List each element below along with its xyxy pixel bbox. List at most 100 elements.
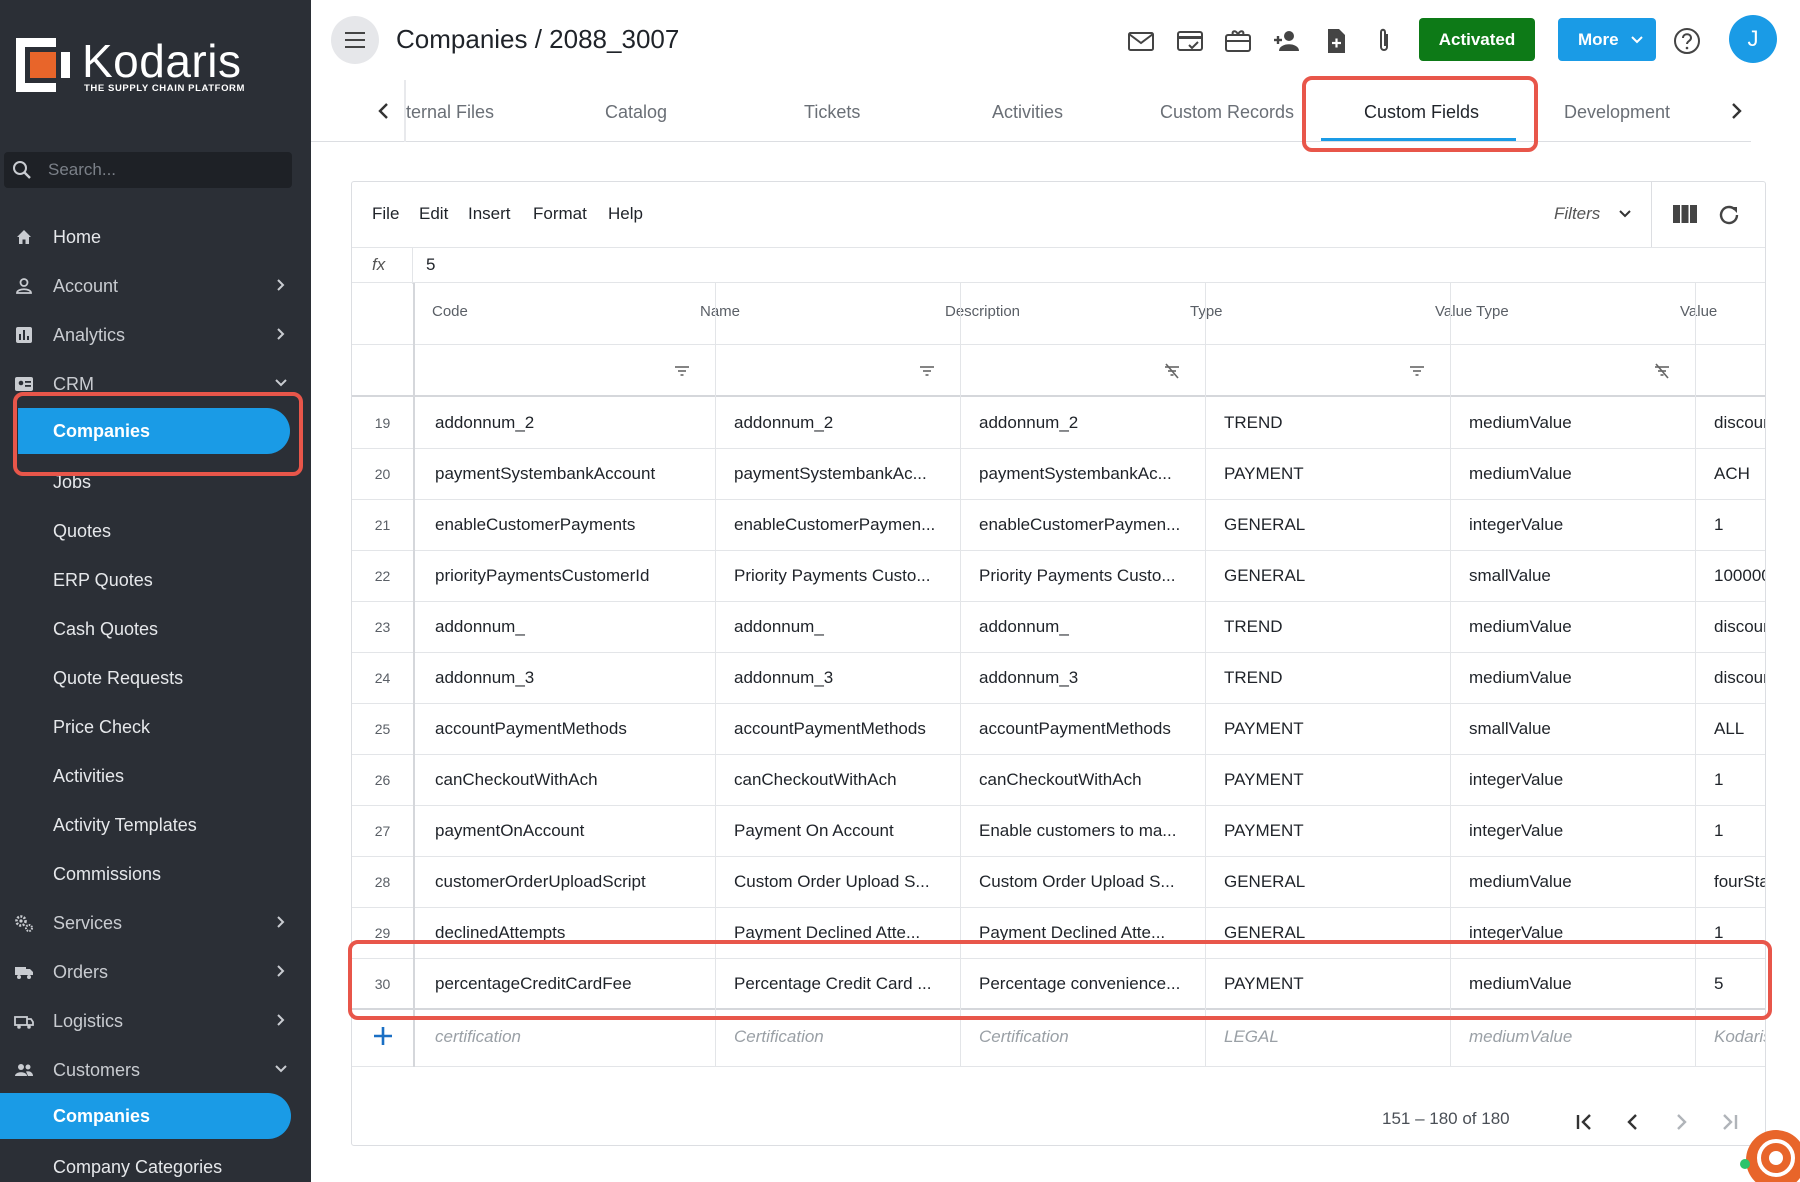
- cell-value[interactable]: ACH: [1714, 464, 1765, 484]
- chevron-down-icon[interactable]: [1618, 208, 1632, 220]
- sidebar-item-activities[interactable]: Activities: [0, 753, 311, 799]
- placeholder-type[interactable]: LEGAL: [1224, 1027, 1429, 1047]
- cell-name[interactable]: paymentSystembankAc...: [734, 464, 939, 484]
- cell-value[interactable]: 1: [1714, 515, 1765, 535]
- placeholder-value-type[interactable]: mediumValue: [1469, 1027, 1674, 1047]
- column-header-description[interactable]: Description: [945, 303, 1020, 320]
- cell-code[interactable]: priorityPaymentsCustomerId: [435, 566, 685, 586]
- cell-value-type[interactable]: smallValue: [1469, 566, 1674, 586]
- sidebar-item-analytics[interactable]: Analytics: [0, 312, 311, 358]
- attachment-icon[interactable]: [1369, 26, 1399, 56]
- table-row[interactable]: 26 canCheckoutWithAch canCheckoutWithAch…: [352, 755, 1765, 806]
- sidebar-search[interactable]: Search...: [4, 152, 292, 188]
- filter-icon[interactable]: [1408, 363, 1426, 379]
- cell-value-type[interactable]: mediumValue: [1469, 413, 1674, 433]
- sidebar-item-price-check[interactable]: Price Check: [0, 704, 311, 750]
- cell-name[interactable]: addonnum_: [734, 617, 939, 637]
- column-header-code[interactable]: Code: [432, 303, 468, 320]
- placeholder-code[interactable]: certification: [435, 1027, 685, 1047]
- cell-name[interactable]: Priority Payments Custo...: [734, 566, 939, 586]
- tab-tickets[interactable]: Tickets: [804, 102, 860, 123]
- cell-type[interactable]: GENERAL: [1224, 515, 1429, 535]
- cell-type[interactable]: TREND: [1224, 617, 1429, 637]
- cell-name[interactable]: enableCustomerPaymen...: [734, 515, 939, 535]
- cell-value-type[interactable]: mediumValue: [1469, 668, 1674, 688]
- cell-code[interactable]: customerOrderUploadScript: [435, 872, 685, 892]
- cell-description[interactable]: Custom Order Upload S...: [979, 872, 1184, 892]
- table-row[interactable]: 23 addonnum_ addonnum_ addonnum_ TREND m…: [352, 602, 1765, 653]
- table-row[interactable]: 22 priorityPaymentsCustomerId Priority P…: [352, 551, 1765, 602]
- cell-description[interactable]: paymentSystembankAc...: [979, 464, 1184, 484]
- tab-activities[interactable]: Activities: [992, 102, 1063, 123]
- cell-value-type[interactable]: integerValue: [1469, 515, 1674, 535]
- cell-description[interactable]: addonnum_2: [979, 413, 1184, 433]
- table-row[interactable]: 25 accountPaymentMethods accountPaymentM…: [352, 704, 1765, 755]
- cell-value-type[interactable]: integerValue: [1469, 770, 1674, 790]
- cell-description[interactable]: addonnum_3: [979, 668, 1184, 688]
- cell-code[interactable]: addonnum_2: [435, 413, 685, 433]
- menu-edit[interactable]: Edit: [419, 204, 448, 224]
- activated-button[interactable]: Activated: [1419, 18, 1535, 61]
- cell-value[interactable]: discoun: [1714, 413, 1765, 433]
- cell-code[interactable]: addonnum_: [435, 617, 685, 637]
- cell-description[interactable]: Priority Payments Custo...: [979, 566, 1184, 586]
- cell-value-type[interactable]: mediumValue: [1469, 464, 1674, 484]
- column-header-type[interactable]: Type: [1190, 303, 1223, 320]
- cell-description[interactable]: addonnum_: [979, 617, 1184, 637]
- user-avatar[interactable]: J: [1729, 15, 1777, 63]
- previous-page-icon[interactable]: [1620, 1109, 1646, 1135]
- cell-value[interactable]: 1: [1714, 770, 1765, 790]
- help-icon[interactable]: [1672, 26, 1702, 56]
- add-row-icon[interactable]: [371, 1024, 395, 1048]
- tab-scroll-right-icon[interactable]: [1723, 98, 1749, 124]
- cell-description[interactable]: enableCustomerPaymen...: [979, 515, 1184, 535]
- cell-type[interactable]: GENERAL: [1224, 872, 1429, 892]
- sidebar-item-activity-templates[interactable]: Activity Templates: [0, 802, 311, 848]
- cell-type[interactable]: GENERAL: [1224, 566, 1429, 586]
- first-page-icon[interactable]: [1572, 1109, 1598, 1135]
- mail-icon[interactable]: [1126, 26, 1156, 56]
- table-row[interactable]: 24 addonnum_3 addonnum_3 addonnum_3 TREN…: [352, 653, 1765, 704]
- cell-value[interactable]: 1: [1714, 821, 1765, 841]
- cell-name[interactable]: addonnum_2: [734, 413, 939, 433]
- table-row[interactable]: 20 paymentSystembankAccount paymentSyste…: [352, 449, 1765, 500]
- filters-dropdown[interactable]: Filters: [1554, 204, 1600, 224]
- table-row[interactable]: 27 paymentOnAccount Payment On Account E…: [352, 806, 1765, 857]
- cell-value[interactable]: ALL: [1714, 719, 1765, 739]
- filter-off-icon[interactable]: [1163, 363, 1181, 379]
- more-button[interactable]: More: [1558, 18, 1656, 61]
- cell-code[interactable]: enableCustomerPayments: [435, 515, 685, 535]
- cell-type[interactable]: PAYMENT: [1224, 821, 1429, 841]
- next-page-icon[interactable]: [1668, 1109, 1694, 1135]
- columns-icon[interactable]: [1672, 204, 1698, 224]
- cell-name[interactable]: canCheckoutWithAch: [734, 770, 939, 790]
- cell-type[interactable]: PAYMENT: [1224, 719, 1429, 739]
- menu-file[interactable]: File: [372, 204, 399, 224]
- table-row[interactable]: 21 enableCustomerPayments enableCustomer…: [352, 500, 1765, 551]
- sidebar-item-customers-companies[interactable]: Companies: [0, 1093, 291, 1139]
- add-person-icon[interactable]: [1272, 26, 1302, 56]
- column-header-value[interactable]: Value: [1680, 303, 1717, 320]
- filter-off-icon[interactable]: [1653, 363, 1671, 379]
- cell-value-type[interactable]: mediumValue: [1469, 617, 1674, 637]
- sidebar-item-logistics[interactable]: Logistics: [0, 998, 311, 1044]
- cell-type[interactable]: PAYMENT: [1224, 770, 1429, 790]
- cell-name[interactable]: addonnum_3: [734, 668, 939, 688]
- sidebar-item-quote-requests[interactable]: Quote Requests: [0, 655, 311, 701]
- add-file-icon[interactable]: [1321, 26, 1351, 56]
- filter-icon[interactable]: [673, 363, 691, 379]
- kodaris-logo[interactable]: Kodaris THE SUPPLY CHAIN PLATFORM: [16, 35, 256, 102]
- cell-value-type[interactable]: smallValue: [1469, 719, 1674, 739]
- sidebar-item-account[interactable]: Account: [0, 263, 311, 309]
- card-check-icon[interactable]: [1175, 26, 1205, 56]
- table-row[interactable]: 19 addonnum_2 addonnum_2 addonnum_2 TREN…: [352, 398, 1765, 449]
- new-row[interactable]: certification Certification Certificatio…: [352, 1012, 1765, 1067]
- column-header-name[interactable]: Name: [700, 303, 740, 320]
- cell-value[interactable]: 100000: [1714, 566, 1765, 586]
- tab-development[interactable]: Development: [1564, 102, 1670, 123]
- cell-name[interactable]: Custom Order Upload S...: [734, 872, 939, 892]
- menu-insert[interactable]: Insert: [468, 204, 511, 224]
- hamburger-menu-button[interactable]: [331, 16, 379, 64]
- cell-description[interactable]: Enable customers to ma...: [979, 821, 1184, 841]
- menu-help[interactable]: Help: [608, 204, 643, 224]
